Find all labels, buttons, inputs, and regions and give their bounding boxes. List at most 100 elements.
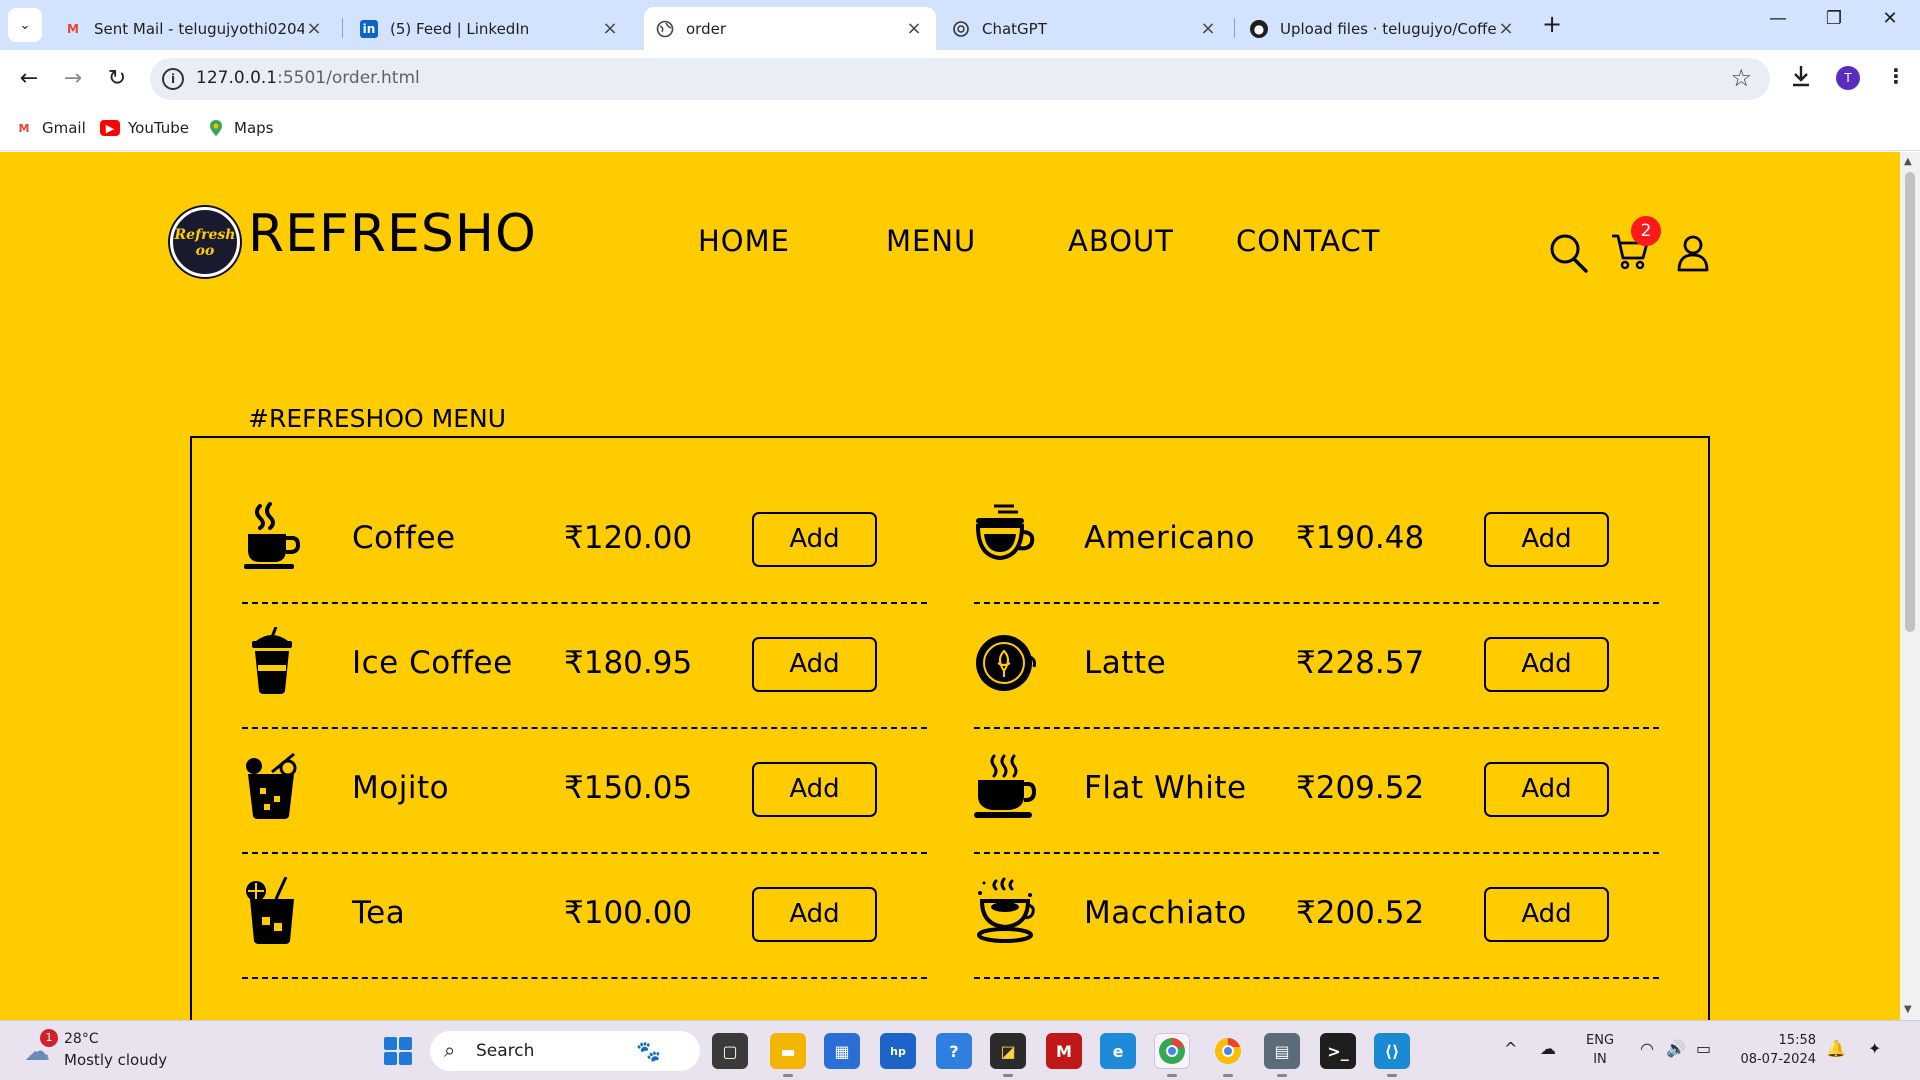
bookmark-gmail[interactable]: M Gmail — [14, 119, 86, 137]
tab-chatgpt[interactable]: ChatGPT × — [940, 7, 1230, 50]
scroll-thumb[interactable] — [1905, 172, 1915, 632]
account-button[interactable] — [1676, 234, 1710, 276]
bookmark-maps[interactable]: Maps — [206, 119, 273, 137]
menu-item-tea: Tea ₹100.00 Add — [242, 853, 927, 979]
youtube-icon: ▶ — [100, 120, 120, 136]
tab-order[interactable]: order × — [644, 7, 936, 50]
nav-about[interactable]: ABOUT — [1068, 224, 1174, 258]
tab-github[interactable]: ● Upload files · telugujyo/Coffee_ × — [1238, 7, 1528, 50]
weather-temperature[interactable]: 28°C — [64, 1031, 99, 1047]
add-to-cart-button[interactable]: Add — [1484, 887, 1609, 942]
volume-icon[interactable]: 🔊 — [1666, 1039, 1686, 1058]
vscode-icon[interactable]: ⟨⟩ — [1374, 1033, 1410, 1077]
edge-icon[interactable]: e — [1100, 1033, 1136, 1069]
address-bar[interactable]: i 127.0.0.1:5501/order.html ☆ — [150, 58, 1770, 100]
site-info-icon[interactable]: i — [162, 68, 184, 90]
minimize-button[interactable]: — — [1758, 8, 1798, 29]
downloads-button[interactable] — [1790, 64, 1812, 93]
add-to-cart-button[interactable]: Add — [1484, 637, 1609, 692]
gmail-icon: M — [18, 121, 30, 135]
close-icon[interactable]: × — [1198, 18, 1218, 39]
url-text[interactable]: 127.0.0.1:5501/order.html — [196, 68, 420, 88]
menu-list: Coffee ₹120.00 Add Ice Coffee ₹180.95 Ad… — [190, 436, 1710, 1020]
chrome-profile-icon[interactable] — [1210, 1033, 1246, 1077]
reload-button[interactable]: ↻ — [102, 66, 132, 91]
start-button[interactable] — [384, 1037, 412, 1065]
add-to-cart-button[interactable]: Add — [752, 762, 877, 817]
restore-button[interactable]: ❐ — [1814, 8, 1854, 29]
clock[interactable]: 15:58 08-07-2024 — [1738, 1031, 1816, 1069]
item-name: Flat White — [1084, 770, 1247, 806]
add-to-cart-button[interactable]: Add — [752, 512, 877, 567]
browser-menu-button[interactable]: ⋮ — [1886, 64, 1906, 88]
calculator-icon[interactable]: ▤ — [1264, 1033, 1300, 1077]
minimize-icon: — — [1769, 8, 1787, 29]
iced-coffee-cup-icon — [242, 626, 302, 695]
search-button[interactable] — [1548, 232, 1590, 278]
page-scrollbar[interactable]: ▲ ▼ — [1900, 152, 1920, 1020]
item-name: Tea — [352, 895, 406, 931]
add-to-cart-button[interactable]: Add — [752, 887, 877, 942]
microsoft-store-icon[interactable]: ▦ — [824, 1033, 860, 1069]
forward-button[interactable]: → — [58, 66, 88, 91]
file-explorer-icon[interactable]: ▬ — [770, 1033, 806, 1077]
search-icon — [1550, 234, 1588, 273]
item-price: ₹190.48 — [1296, 520, 1425, 556]
close-icon[interactable]: × — [600, 18, 620, 39]
profile-avatar[interactable]: T — [1836, 66, 1860, 90]
menu-heading: #REFRESHOO MENU — [248, 404, 506, 433]
new-tab-button[interactable]: + — [1542, 10, 1562, 38]
item-price: ₹100.00 — [564, 895, 693, 931]
task-view-icon[interactable]: ▢ — [712, 1033, 748, 1069]
row-divider — [242, 977, 927, 979]
close-icon[interactable]: × — [304, 18, 324, 39]
add-to-cart-button[interactable]: Add — [1484, 512, 1609, 567]
close-icon[interactable]: × — [904, 18, 924, 39]
nav-contact[interactable]: CONTACT — [1236, 224, 1381, 258]
chrome-icon[interactable] — [1154, 1033, 1190, 1077]
bookmark-star-icon[interactable]: ☆ — [1730, 64, 1752, 92]
close-icon[interactable]: × — [1496, 18, 1516, 39]
arrow-right-icon: → — [63, 66, 83, 91]
myhp-icon[interactable]: hp — [880, 1033, 916, 1069]
tab-gmail[interactable]: M Sent Mail - telugujyothi0204@g × — [52, 7, 336, 50]
close-icon: ✕ — [1882, 8, 1898, 29]
copilot-icon[interactable]: ✦ — [1868, 1039, 1881, 1058]
chevron-up-icon[interactable]: ^ — [1504, 1039, 1517, 1058]
sticky-notes-icon[interactable]: ◪ — [990, 1033, 1026, 1077]
notification-bell-icon[interactable]: 🔔 — [1826, 1039, 1846, 1058]
weather-description[interactable]: Mostly cloudy — [64, 1051, 167, 1069]
onedrive-cloud-icon[interactable]: ☁ — [1540, 1039, 1556, 1058]
linkedin-icon: in — [360, 19, 378, 38]
scroll-up-arrow-icon[interactable]: ▲ — [1904, 156, 1912, 167]
taskbar-search[interactable]: ⌕ Search 🐾 — [430, 1031, 700, 1071]
close-window-button[interactable]: ✕ — [1870, 8, 1910, 29]
windows-taskbar: ☁ 1 28°C Mostly cloudy ⌕ Search 🐾 ▢ ▬ ▦ … — [0, 1020, 1920, 1080]
add-to-cart-button[interactable]: Add — [1484, 762, 1609, 817]
item-name: Macchiato — [1084, 895, 1247, 931]
search-highlight-icon: 🐾 — [636, 1039, 661, 1063]
wifi-icon[interactable]: ◠ — [1640, 1039, 1654, 1058]
plus-icon: + — [1542, 10, 1563, 38]
language-indicator[interactable]: ENG IN — [1586, 1031, 1614, 1069]
add-to-cart-button[interactable]: Add — [752, 637, 877, 692]
tab-linkedin[interactable]: in (5) Feed | LinkedIn × — [348, 7, 632, 50]
reload-icon: ↻ — [107, 66, 127, 91]
iced-tea-glass-icon — [242, 876, 302, 945]
item-price: ₹228.57 — [1296, 645, 1425, 681]
terminal-icon[interactable]: >_ — [1320, 1033, 1356, 1069]
browser-tab-bar: ⌄ M Sent Mail - telugujyothi0204@g × in … — [0, 0, 1920, 50]
item-price: ₹120.00 — [564, 520, 693, 556]
nav-home[interactable]: HOME — [698, 224, 790, 258]
help-icon[interactable]: ? — [936, 1033, 972, 1069]
mcafee-icon[interactable]: M — [1046, 1033, 1082, 1069]
tab-divider — [1234, 18, 1235, 38]
site-logo[interactable]: Refresh oo — [170, 207, 240, 277]
back-button[interactable]: ← — [14, 66, 44, 91]
bookmark-youtube[interactable]: ▶ YouTube — [100, 119, 189, 137]
battery-icon[interactable]: ▭ — [1696, 1039, 1711, 1058]
tab-search-button[interactable]: ⌄ — [8, 8, 42, 42]
nav-menu[interactable]: MENU — [886, 224, 976, 258]
item-price: ₹200.52 — [1296, 895, 1425, 931]
scroll-down-arrow-icon[interactable]: ▼ — [1904, 1004, 1912, 1015]
